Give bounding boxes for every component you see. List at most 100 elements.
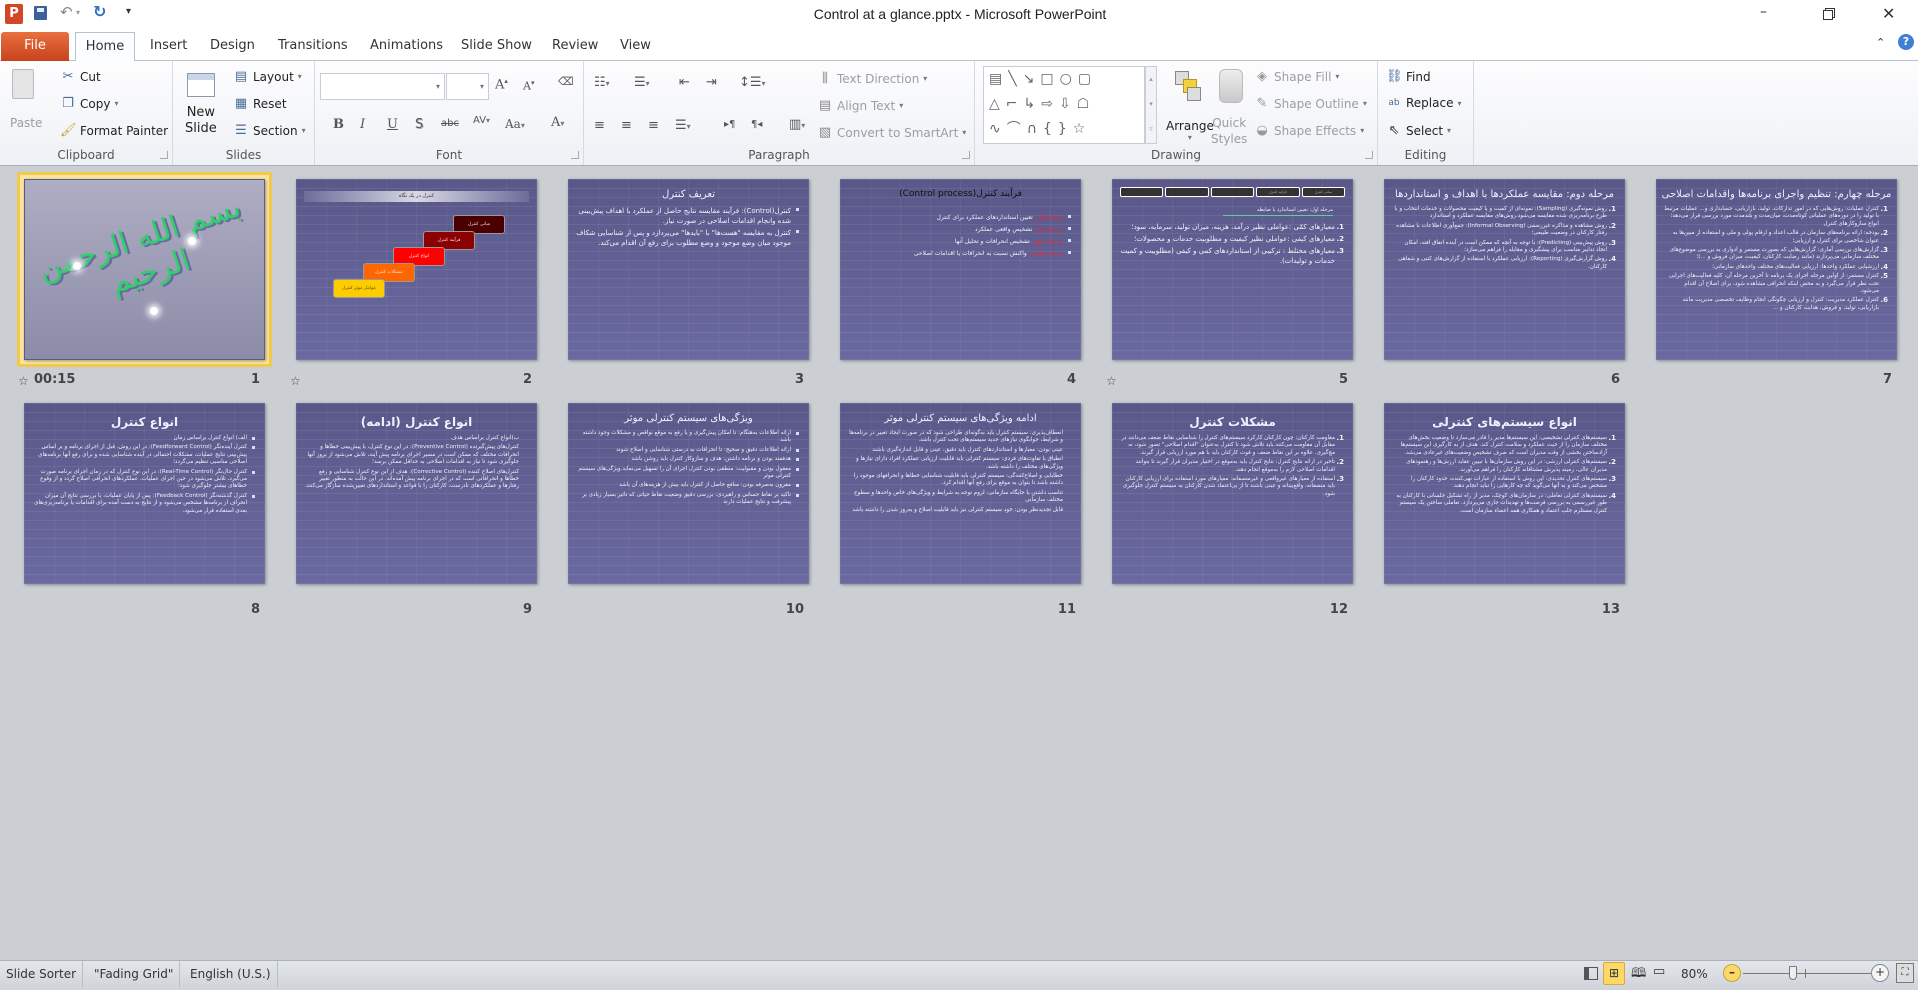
replace-button[interactable]: ab Replace ▾	[1386, 96, 1461, 110]
cut-button[interactable]: ✂ Cut	[60, 69, 101, 84]
new-slide-icon[interactable]	[187, 73, 215, 97]
decrease-indent-icon[interactable]: ⇤	[679, 75, 690, 90]
powerpoint-logo[interactable]: P	[5, 4, 23, 24]
undo-icon[interactable]: ↶	[60, 3, 73, 21]
align-left-icon[interactable]: ≡	[594, 118, 605, 133]
zoom-slider-thumb[interactable]	[1788, 966, 1797, 980]
character-spacing-icon[interactable]: AV▾	[473, 115, 490, 126]
slide-thumbnail[interactable]: فرآیند کنترل(Control process) مرحله اول: …	[840, 179, 1081, 360]
slide-thumbnail[interactable]: ویژگی‌های سیستم کنترلی موثر ارائه اطلاعات…	[568, 403, 809, 584]
section-button[interactable]: ☰ Section ▾	[233, 123, 305, 138]
font-launcher-icon[interactable]	[571, 151, 579, 159]
transition-icon[interactable]: ☆	[18, 374, 29, 388]
tab-home[interactable]: Home	[75, 32, 135, 62]
customize-quick-access-icon[interactable]: ▾	[126, 6, 131, 17]
tab-view[interactable]: View	[612, 32, 659, 61]
slide-thumbnail[interactable]: مبانی کنترل فرآیند کنترل مرحله اول: تعیین …	[1112, 179, 1353, 360]
slide-thumbnail[interactable]: کنترل در یک نگاه مبانی کنترل فرآیند کنترل ا…	[296, 179, 537, 360]
normal-view-button[interactable]	[1584, 967, 1598, 980]
right-to-left-icon[interactable]: ¶◂	[751, 119, 762, 130]
font-color-icon[interactable]: A▾	[551, 115, 564, 130]
drawing-launcher-icon[interactable]	[1365, 151, 1373, 159]
tab-file[interactable]: File	[1, 32, 69, 61]
text-direction-button[interactable]: ⫼ Text Direction ▾	[817, 71, 927, 86]
bullets-icon[interactable]: ☷▾	[594, 75, 610, 90]
align-text-button[interactable]: ▤ Align Text ▾	[817, 98, 903, 113]
shape-fill-button[interactable]: ◈ Shape Fill ▾	[1254, 69, 1339, 84]
redo-icon[interactable]: ↻	[93, 2, 106, 21]
save-icon[interactable]	[34, 6, 47, 20]
shapes-scrollbar[interactable]: ▴ ▾ ▿	[1145, 66, 1157, 144]
tab-design[interactable]: Design	[202, 32, 263, 61]
fit-to-window-button[interactable]: ⛶	[1896, 963, 1914, 983]
close-button[interactable]: ✕	[1882, 4, 1895, 23]
tab-slide-show[interactable]: Slide Show	[453, 32, 540, 61]
strikethrough-icon[interactable]: abc	[441, 118, 459, 129]
shape-effects-button[interactable]: ◒ Shape Effects ▾	[1254, 123, 1364, 138]
grow-font-icon[interactable]: A▴	[495, 77, 508, 92]
copy-button[interactable]: ❐ Copy ▾	[60, 96, 118, 111]
paste-button[interactable]: Paste	[10, 116, 42, 130]
reset-button[interactable]: ▦ Reset	[233, 96, 287, 111]
underline-icon[interactable]: U	[387, 117, 398, 132]
tab-insert[interactable]: Insert	[142, 32, 195, 61]
slide-thumbnail[interactable]: انواع سیستم‌های کنترلی 1. سیستم‌های کنترلی…	[1384, 403, 1625, 584]
language-indicator[interactable]: English (U.S.)	[184, 961, 278, 987]
slide-show-button[interactable]: ▭	[1653, 964, 1665, 979]
transition-icon[interactable]: ☆	[290, 374, 301, 388]
theme-name[interactable]: "Fading Grid"	[88, 961, 181, 987]
shadow-icon[interactable]: S	[415, 117, 423, 132]
slide-sorter-view-button[interactable]: ⊞	[1603, 962, 1625, 985]
slide-sorter-pane[interactable]: بسم الله الرحمن الرحیم 1 ☆ 00:15 کنترل در یک…	[0, 166, 1918, 960]
help-icon[interactable]: ?	[1898, 34, 1914, 50]
slide-thumbnail[interactable]: مشکلات کنترل 1. مقاومت کارکنان: چون کارکنا…	[1112, 403, 1353, 584]
clipboard-launcher-icon[interactable]	[160, 151, 168, 159]
italic-icon[interactable]: I	[360, 117, 365, 132]
change-case-icon[interactable]: Aa▾	[505, 117, 525, 131]
font-size-input[interactable]: ▾	[446, 73, 489, 100]
slide-thumbnail[interactable]: مرحله دوم: مقایسه عملکردها با اهداف و اس…	[1384, 179, 1625, 360]
paragraph-launcher-icon[interactable]	[962, 151, 970, 159]
shapes-gallery[interactable]: ▤╲↘□○▢ △⌐↳⇨⇩☖ ∿⌒∩{}☆	[983, 66, 1145, 144]
transition-icon[interactable]: ☆	[1106, 374, 1117, 388]
minimize-button[interactable]: –	[1760, 4, 1774, 20]
slide-thumbnail[interactable]: ادامه ویژگی‌های سیستم کنترلی موثر انعطاف‌…	[840, 403, 1081, 584]
font-name-input[interactable]: ▾	[320, 73, 445, 100]
slide-thumbnail[interactable]: تعریف کنترل کنترل(Control): فرآیند مقایسه…	[568, 179, 809, 360]
zoom-in-button[interactable]: +	[1871, 964, 1889, 982]
zoom-level[interactable]: 80%	[1681, 967, 1708, 981]
tab-transitions[interactable]: Transitions	[270, 32, 356, 61]
slide-thumbnail[interactable]: مرحله چهارم: تنظیم واجرای برنامه‌ها واقد…	[1656, 179, 1897, 360]
tab-review[interactable]: Review	[544, 32, 606, 61]
justify-icon[interactable]: ☰▾	[675, 118, 691, 133]
quick-styles-button[interactable]: Quick Styles	[1211, 115, 1247, 147]
convert-smartart-button[interactable]: ▧ Convert to SmartArt ▾	[817, 125, 966, 140]
restore-button[interactable]	[1823, 10, 1833, 20]
select-button[interactable]: ⇖ Select ▾	[1386, 123, 1452, 138]
arrange-button[interactable]: Arrange ▾	[1166, 119, 1214, 142]
new-slide-button[interactable]: New Slide	[185, 105, 217, 137]
columns-icon[interactable]: ▥▾	[789, 117, 805, 132]
increase-indent-icon[interactable]: ⇥	[706, 75, 717, 90]
shape-outline-button[interactable]: ✎ Shape Outline ▾	[1254, 96, 1367, 111]
minimize-ribbon-icon[interactable]: ⌃	[1876, 36, 1885, 49]
tab-animations[interactable]: Animations	[362, 32, 451, 61]
find-button[interactable]: ⛓ Find	[1386, 69, 1431, 84]
align-right-icon[interactable]: ≡	[648, 118, 659, 133]
numbering-icon[interactable]: ☰▾	[634, 75, 650, 90]
bold-icon[interactable]: B	[333, 117, 344, 132]
shrink-font-icon[interactable]: A▾	[523, 79, 534, 93]
format-painter-button[interactable]: 🖌 Format Painter	[60, 123, 168, 138]
left-to-right-icon[interactable]: ▸¶	[724, 119, 735, 130]
align-center-icon[interactable]: ≡	[621, 118, 632, 133]
zoom-out-button[interactable]: –	[1723, 964, 1741, 982]
clear-formatting-icon[interactable]: ⌫	[558, 75, 574, 88]
slide-thumbnail[interactable]: بسم الله الرحمن الرحیم	[24, 179, 265, 360]
layout-button[interactable]: ▤ Layout ▾	[233, 69, 302, 84]
slide-thumbnail[interactable]: انواع کنترل الف) انواع کنترل براساس زمان ک…	[24, 403, 265, 584]
zoom-slider-track[interactable]	[1743, 973, 1871, 974]
line-spacing-icon[interactable]: ↕☰▾	[739, 75, 766, 90]
slide-thumbnail[interactable]: انواع کنترل (ادامه) ب)انواع کنترل براساس …	[296, 403, 537, 584]
undo-dropdown-icon[interactable]: ▾	[76, 8, 80, 17]
reading-view-button[interactable]: 🕮	[1631, 964, 1646, 986]
